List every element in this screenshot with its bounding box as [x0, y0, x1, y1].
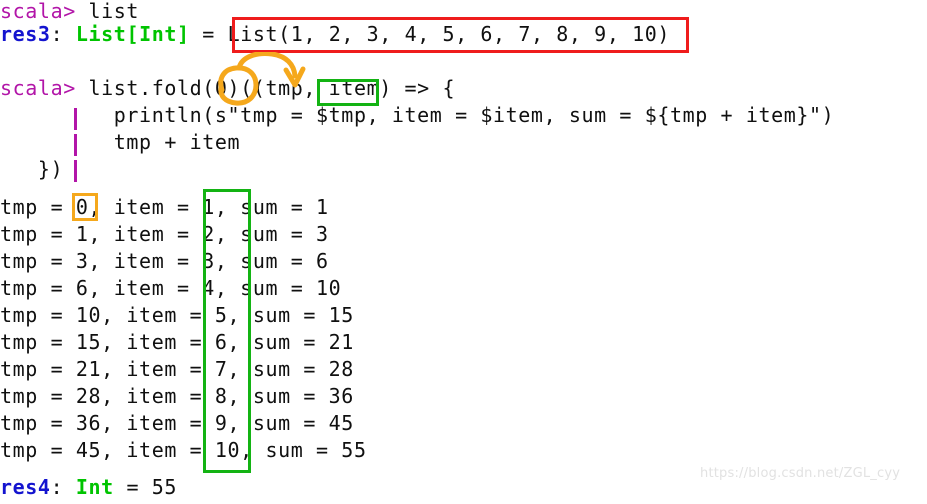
watermark-url: https://blog.csdn.net/ZGL_cyy — [700, 466, 901, 481]
output-row-text: tmp = 36, item = 9, sum = 45 — [0, 411, 354, 435]
continuation-bar-1 — [74, 108, 77, 130]
result-type-int: Int — [75, 475, 114, 499]
continuation-bar-3 — [74, 160, 77, 182]
repl-code-fold: list.fold(0)((tmp, item) => { — [88, 76, 456, 100]
repl-line-res4: res4: Int = 55 — [0, 474, 177, 501]
repl-prompt: scala> — [0, 0, 89, 23]
result-value-list: List(1, 2, 3, 4, 5, 6, 7, 8, 9, 10) — [227, 22, 671, 46]
result-type-list-int: List[Int] — [75, 22, 190, 46]
repl-code-println: println(s"tmp = $tmp, item = $item, sum … — [0, 103, 835, 127]
output-row: tmp = 10, item = 5, sum = 15 — [0, 302, 354, 329]
repl-line-sum-expr: tmp + item — [0, 129, 240, 156]
output-row: tmp = 21, item = 7, sum = 28 — [0, 356, 354, 383]
output-row: tmp = 15, item = 6, sum = 21 — [0, 329, 354, 356]
output-row: tmp = 28, item = 8, sum = 36 — [0, 383, 354, 410]
repl-line-println: println(s"tmp = $tmp, item = $item, sum … — [0, 102, 834, 129]
output-row: tmp = 6, item = 4, sum = 10 — [0, 275, 341, 302]
repl-line-close-brace: }) — [0, 156, 63, 183]
output-row-text: tmp = 15, item = 6, sum = 21 — [0, 330, 354, 354]
result-separator-2: : — [50, 475, 76, 499]
output-row: tmp = 0, item = 1, sum = 1 — [0, 194, 329, 221]
output-row: tmp = 3, item = 3, sum = 6 — [0, 248, 329, 275]
result-name-res3: res3 — [0, 22, 51, 46]
output-row-text: tmp = 3, item = 3, sum = 6 — [0, 249, 329, 273]
repl-prompt-2: scala> — [0, 76, 89, 100]
result-assign-2: = — [113, 475, 152, 499]
result-name-res4: res4 — [0, 475, 51, 499]
output-row: tmp = 36, item = 9, sum = 45 — [0, 410, 354, 437]
repl-line-input-fold: scala> list.fold(0)((tmp, item) => { — [0, 75, 455, 102]
output-row-text: tmp = 6, item = 4, sum = 10 — [0, 276, 342, 300]
output-row-text: tmp = 21, item = 7, sum = 28 — [0, 357, 354, 381]
repl-line-res3: res3: List[Int] = List(1, 2, 3, 4, 5, 6,… — [0, 21, 670, 48]
output-row-text: tmp = 10, item = 5, sum = 15 — [0, 303, 354, 327]
result-separator: : — [50, 22, 76, 46]
scala-repl-console: scala> list res3: List[Int] = List(1, 2,… — [0, 0, 927, 504]
output-row: tmp = 45, item = 10, sum = 55 — [0, 437, 367, 464]
output-row: tmp = 1, item = 2, sum = 3 — [0, 221, 329, 248]
repl-code-sum-expr: tmp + item — [0, 130, 241, 154]
output-row-text: tmp = 28, item = 8, sum = 36 — [0, 384, 354, 408]
repl-code-close-brace: }) — [0, 157, 64, 181]
output-row-text: tmp = 45, item = 10, sum = 55 — [0, 438, 367, 462]
result-value-55: 55 — [151, 475, 178, 499]
repl-code-list: list — [88, 0, 140, 23]
output-row-text: tmp = 1, item = 2, sum = 3 — [0, 222, 329, 246]
output-row-text: tmp = 0, item = 1, sum = 1 — [0, 195, 329, 219]
continuation-bar-2 — [74, 134, 77, 156]
result-assign: = — [189, 22, 228, 46]
